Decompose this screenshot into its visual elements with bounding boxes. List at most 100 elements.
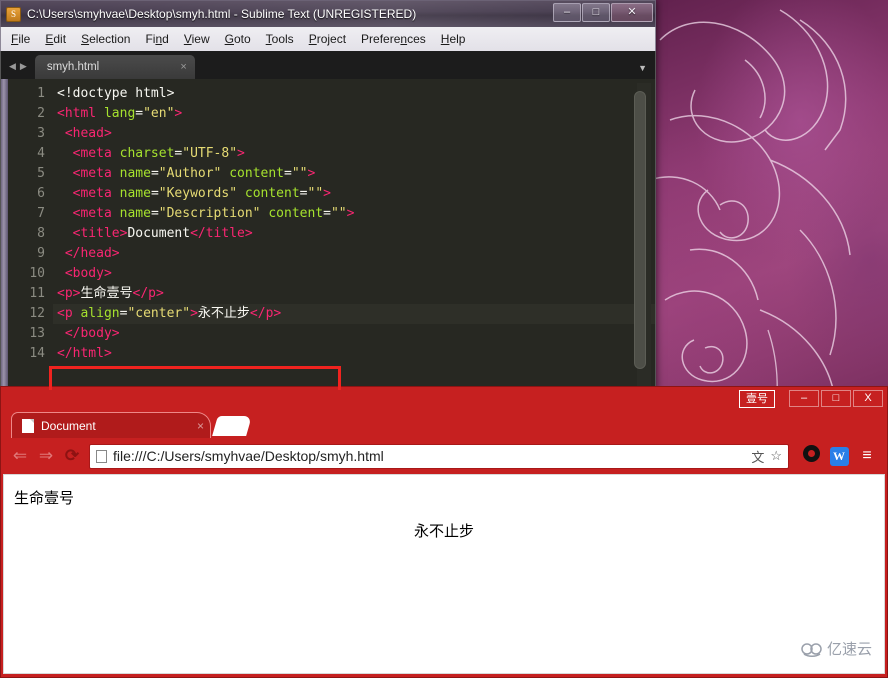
code-token: <title>: [72, 226, 128, 241]
code-token: lang: [103, 106, 136, 121]
bookmark-star-icon[interactable]: ☆: [770, 448, 782, 464]
menu-item-tools[interactable]: Tools: [266, 32, 294, 46]
code-token: Document: [127, 226, 191, 241]
back-button[interactable]: ⇐: [7, 446, 33, 466]
code-token: "en": [143, 106, 175, 121]
code-line[interactable]: <title>Document</title>: [53, 224, 655, 244]
browser-toolbar[interactable]: ⇐ ⇒ ⟳ file:///C:/Users/smyhvae/Desktop/s…: [1, 438, 887, 474]
code-line[interactable]: <meta charset="UTF-8">: [53, 144, 655, 164]
code-token: 生命壹号: [80, 286, 133, 301]
sublime-menu-bar[interactable]: File Edit Selection Find View Goto Tools…: [0, 27, 656, 51]
code-token: =: [150, 166, 159, 181]
code-token: <!doctype html>: [57, 86, 175, 101]
menu-item-project[interactable]: Project: [309, 32, 346, 46]
code-token: >: [174, 106, 183, 121]
code-token: >: [237, 146, 245, 161]
sublime-window-controls[interactable]: – □ ✕: [552, 3, 653, 22]
browser-title-strip[interactable]: 壹号 – □ X: [1, 387, 887, 410]
code-token: <p>: [57, 286, 81, 301]
menu-item-find[interactable]: Find: [145, 32, 168, 46]
browser-window[interactable]: 壹号 – □ X Document × ⇐ ⇒ ⟳ file:///C:/Use…: [0, 386, 888, 678]
sublime-app-icon: S: [6, 6, 21, 22]
sublime-editor-body[interactable]: 1 2 3 4 5 6 7 8 9 10 11 12 13 14 <!doctype html> <html…: [0, 79, 656, 391]
opera-o-icon[interactable]: [797, 445, 825, 467]
code-line[interactable]: <p align="center">永不止步</p>: [53, 304, 655, 324]
close-button[interactable]: ✕: [611, 3, 653, 22]
close-button[interactable]: X: [853, 390, 883, 407]
editor-tab-smyh-html[interactable]: smyh.html ×: [34, 55, 195, 79]
brand-button[interactable]: 壹号: [739, 390, 775, 408]
reload-button[interactable]: ⟳: [59, 446, 85, 466]
sublime-title-bar[interactable]: S C:\Users\smyhvae\Desktop\smyh.html - S…: [0, 0, 656, 27]
new-tab-button[interactable]: [212, 416, 252, 436]
code-line[interactable]: <head>: [53, 124, 655, 144]
chevron-right-icon[interactable]: ▶: [20, 61, 27, 72]
translate-icon[interactable]: 文: [751, 447, 764, 466]
line-number: 10: [29, 266, 45, 281]
sublime-text-window[interactable]: S C:\Users\smyhvae\Desktop\smyh.html - S…: [0, 0, 656, 392]
maximize-button[interactable]: □: [821, 390, 851, 407]
line-number: 11: [29, 286, 45, 301]
code-line[interactable]: <meta name="Author" content="">: [53, 164, 655, 184]
page-viewport[interactable]: 生命壹号 永不止步 亿速云: [3, 474, 885, 674]
code-line[interactable]: <html lang="en">: [53, 104, 655, 124]
minimize-button[interactable]: –: [553, 3, 581, 22]
editor-scrollbar-thumb[interactable]: [634, 91, 646, 369]
code-token: </head>: [64, 246, 120, 261]
chevron-down-icon[interactable]: ▼: [638, 63, 647, 73]
code-line[interactable]: </head>: [53, 244, 655, 264]
forward-button[interactable]: ⇒: [33, 446, 59, 466]
code-line[interactable]: </body>: [53, 324, 655, 344]
menu-item-help[interactable]: Help: [441, 32, 466, 46]
code-line[interactable]: <meta name="Keywords" content="">: [53, 184, 655, 204]
browser-window-controls[interactable]: – □ X: [787, 390, 883, 407]
maximize-button[interactable]: □: [582, 3, 610, 22]
code-line[interactable]: <p>生命壹号</p>: [53, 284, 655, 304]
menu-item-goto[interactable]: Goto: [225, 32, 251, 46]
minimize-button[interactable]: –: [789, 390, 819, 407]
browser-tab-document[interactable]: Document ×: [11, 412, 211, 438]
page-paragraph-center: 永不止步: [413, 522, 474, 540]
close-icon[interactable]: ×: [180, 61, 186, 73]
browser-tab-strip[interactable]: Document ×: [1, 410, 887, 438]
code-token: >: [190, 306, 198, 321]
code-line[interactable]: <!doctype html>: [53, 84, 655, 104]
editor-scrollbar-track[interactable]: [634, 83, 651, 386]
code-token: content: [244, 186, 300, 201]
menu-item-file[interactable]: File: [11, 32, 30, 46]
line-number: 1: [37, 86, 45, 101]
watermark: 亿速云: [801, 638, 872, 659]
line-number: 8: [37, 226, 45, 241]
page-paragraph-left: 生命壹号: [14, 489, 75, 507]
sublime-tab-bar[interactable]: ◀ ▶ smyh.html × ▼: [0, 51, 656, 79]
page-info-icon[interactable]: [96, 449, 107, 463]
code-token: >: [346, 206, 355, 221]
code-token: =: [284, 166, 292, 181]
line-number: 4: [37, 146, 45, 161]
chevron-left-icon[interactable]: ◀: [9, 61, 16, 72]
code-line[interactable]: <meta name="Description" content="">: [53, 204, 655, 224]
chrome-menu-icon[interactable]: ≡: [853, 447, 881, 465]
close-icon[interactable]: ×: [197, 419, 204, 433]
menu-item-preferences[interactable]: Preferences: [361, 32, 426, 46]
menu-item-edit[interactable]: Edit: [45, 32, 66, 46]
code-token: "center": [127, 306, 191, 321]
code-line[interactable]: </html>: [53, 344, 655, 364]
code-line[interactable]: <body>: [53, 264, 655, 284]
menu-item-view[interactable]: View: [184, 32, 210, 46]
menu-item-selection[interactable]: Selection: [81, 32, 130, 46]
tab-nav-arrows[interactable]: ◀ ▶: [1, 61, 35, 79]
w-extension-icon[interactable]: W: [825, 446, 853, 466]
document-icon: [22, 418, 34, 433]
code-token: content: [229, 166, 285, 181]
url-text[interactable]: file:///C:/Users/smyhvae/Desktop/smyh.ht…: [113, 448, 745, 464]
code-editor-area[interactable]: <!doctype html> <html lang="en"> <head> <…: [53, 79, 655, 390]
address-bar[interactable]: file:///C:/Users/smyhvae/Desktop/smyh.ht…: [89, 443, 789, 469]
code-token: "": [307, 186, 324, 201]
code-token: name: [119, 166, 151, 181]
code-token: "Description": [158, 206, 261, 221]
code-token: </title>: [190, 226, 253, 241]
